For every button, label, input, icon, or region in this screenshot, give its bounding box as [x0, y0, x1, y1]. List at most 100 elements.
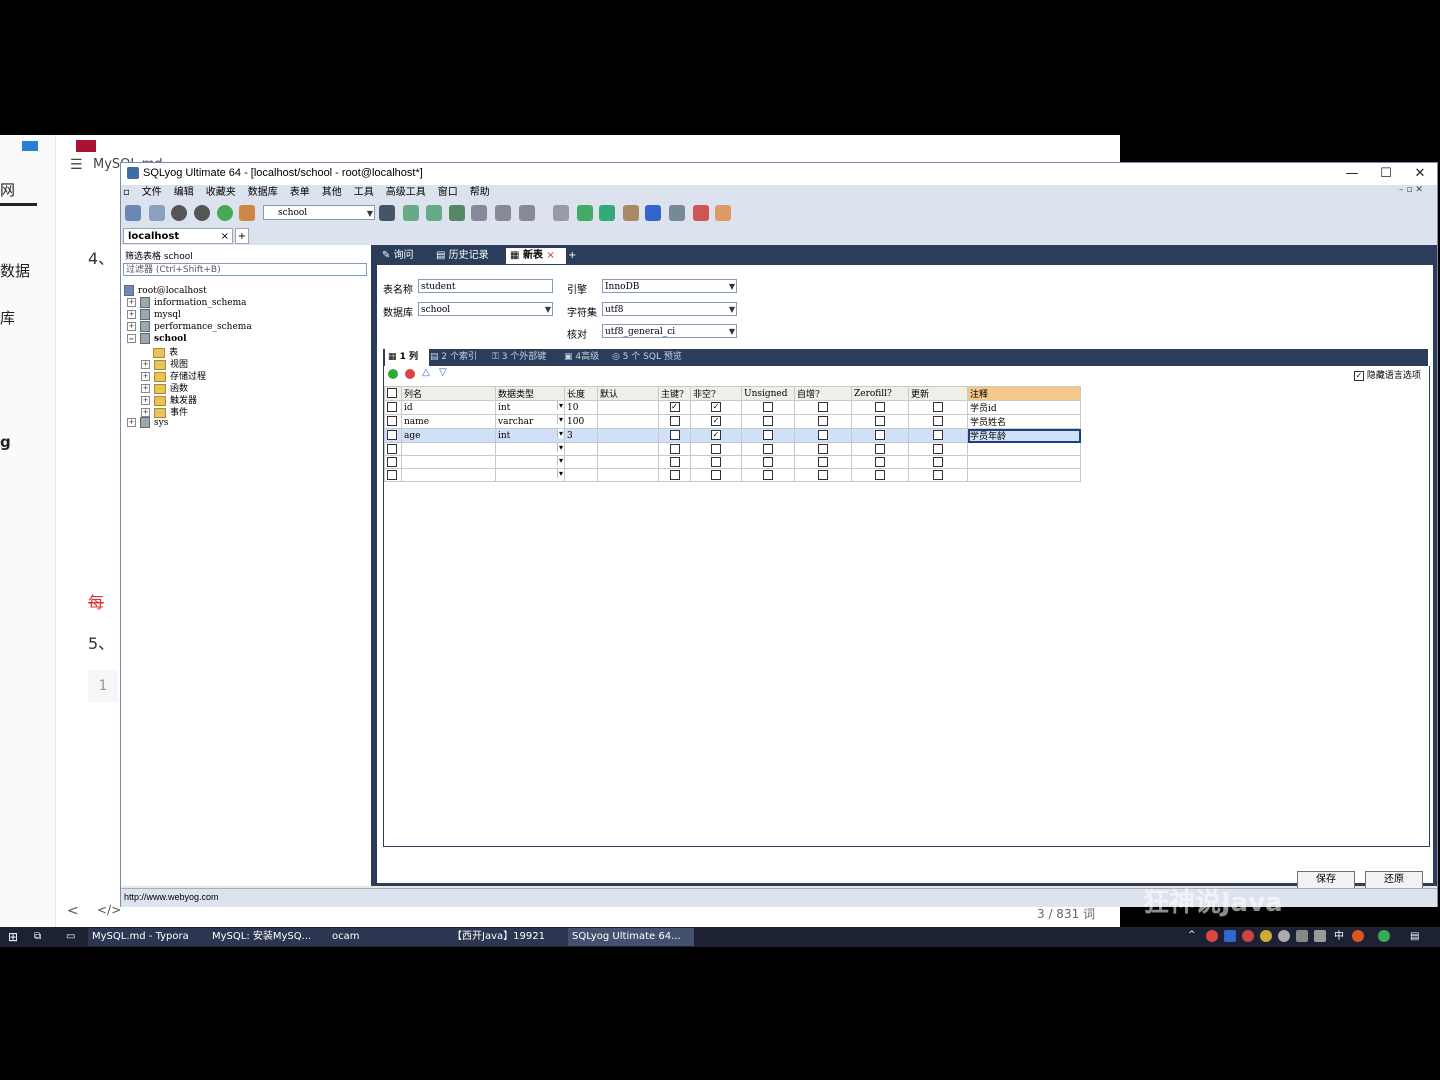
revert-button[interactable]: 还原	[1365, 871, 1423, 889]
menu-tools[interactable]: 工具	[348, 185, 380, 201]
autoinc-cell[interactable]	[794, 442, 852, 456]
notnull-cell[interactable]: ✓	[690, 400, 742, 415]
data-type-cell[interactable]: ▾	[495, 442, 565, 456]
checkbox[interactable]	[387, 443, 397, 454]
new-connection-icon[interactable]	[149, 205, 165, 221]
collapse-icon[interactable]: −	[127, 334, 136, 343]
comment-cell[interactable]: 学员id	[967, 400, 1081, 415]
tree-db-school[interactable]: − school	[127, 333, 187, 344]
checkbox[interactable]: ✓	[1354, 370, 1364, 381]
unsigned-cell[interactable]	[741, 455, 795, 469]
data-type-cell[interactable]: ▾	[495, 455, 565, 469]
checkbox[interactable]	[933, 456, 943, 467]
menu-database[interactable]: 数据库	[242, 185, 284, 201]
refresh-icon[interactable]	[217, 205, 233, 221]
mdi-controls[interactable]: – ▫ ✕	[1399, 185, 1423, 195]
checkbox[interactable]	[763, 443, 773, 454]
checkbox[interactable]	[763, 430, 773, 441]
checkbox[interactable]	[875, 456, 885, 467]
schema-icon[interactable]	[471, 205, 487, 221]
autoinc-cell[interactable]	[794, 455, 852, 469]
notification-icon[interactable]: ▤	[1406, 928, 1423, 946]
backup-icon[interactable]	[403, 205, 419, 221]
update-cell[interactable]	[908, 442, 968, 456]
chevron-down-icon[interactable]: ▾	[556, 401, 563, 410]
expand-icon[interactable]: +	[141, 384, 150, 393]
table-row[interactable]: ▾	[384, 455, 1081, 469]
default-cell[interactable]	[597, 442, 659, 456]
taskbar-item-typora[interactable]: MySQL.md - Typora	[88, 928, 208, 946]
tab-localhost[interactable]: localhost ×	[123, 228, 233, 244]
checkbox[interactable]	[818, 416, 828, 427]
table-row[interactable]: id int ▾ 10 ✓ ✓ 学员id	[384, 400, 1081, 415]
autoinc-cell[interactable]	[794, 428, 852, 443]
column-name-cell[interactable]	[401, 442, 496, 456]
menu-other[interactable]: 其他	[316, 185, 348, 201]
comment-cell[interactable]: 学员姓名	[967, 414, 1081, 429]
menu-table[interactable]: 表单	[284, 185, 316, 201]
length-cell[interactable]: 10	[564, 400, 598, 415]
tab-new-table[interactable]: ▦ 新表 ×	[506, 248, 566, 264]
execute-icon[interactable]	[171, 205, 187, 221]
checkbox[interactable]	[387, 416, 397, 427]
unsigned-cell[interactable]	[741, 400, 795, 415]
checkbox[interactable]	[818, 469, 828, 480]
remove-column-icon[interactable]	[405, 369, 415, 379]
length-cell[interactable]: 100	[564, 414, 598, 429]
add-query-tab-button[interactable]: +	[564, 248, 580, 264]
checkbox[interactable]	[875, 443, 885, 454]
checkbox[interactable]	[818, 430, 828, 441]
checkbox[interactable]	[387, 469, 397, 480]
data-type-cell[interactable]: int ▾	[495, 428, 565, 443]
checkbox[interactable]	[763, 416, 773, 427]
checkbox[interactable]	[933, 469, 943, 480]
checkbox[interactable]: ✓	[711, 402, 721, 413]
unsigned-cell[interactable]	[741, 442, 795, 456]
taskbar-item-browser[interactable]: 【西开Java】19921	[448, 928, 568, 946]
tab-advanced[interactable]: ▣ 4高级	[561, 349, 602, 366]
unsigned-cell[interactable]	[741, 468, 795, 482]
update-cell[interactable]	[908, 468, 968, 482]
comment-cell[interactable]	[967, 468, 1081, 482]
chevron-down-icon[interactable]: ▾	[556, 415, 563, 424]
pk-cell[interactable]	[658, 442, 691, 456]
pk-cell[interactable]	[658, 428, 691, 443]
add-tab-button[interactable]: +	[235, 228, 249, 244]
checkbox[interactable]: ✓	[669, 402, 680, 413]
checkbox[interactable]	[387, 430, 397, 441]
tray-app-icon[interactable]	[1242, 930, 1254, 942]
checkbox[interactable]	[933, 416, 943, 427]
expand-icon[interactable]: +	[127, 298, 136, 307]
checkbox[interactable]	[669, 416, 680, 427]
checkbox[interactable]	[669, 430, 680, 441]
tab-sql-preview[interactable]: ◎ 5 个 SQL 预览	[609, 349, 685, 366]
checkbox[interactable]	[669, 443, 680, 454]
hide-language-options[interactable]: ✓ 隐藏语言选项	[1354, 368, 1421, 381]
close-icon[interactable]: ×	[221, 229, 229, 245]
tray-vs-icon[interactable]	[1224, 930, 1236, 942]
zerofill-cell[interactable]	[851, 455, 909, 469]
tab-columns[interactable]: ▦ 1 列	[385, 349, 429, 366]
table-row[interactable]: name varchar ▾ 100 ✓ 学员姓名	[384, 414, 1081, 429]
expand-icon[interactable]: +	[141, 396, 150, 405]
monitor-icon[interactable]	[669, 205, 685, 221]
expand-icon[interactable]: +	[141, 372, 150, 381]
row-select-cell[interactable]	[384, 442, 402, 456]
length-cell[interactable]: 3	[564, 428, 598, 443]
comment-cell[interactable]: 学员年龄	[967, 428, 1081, 443]
unsigned-cell[interactable]	[741, 414, 795, 429]
filter-input[interactable]: 过滤器 (Ctrl+Shift+B)	[123, 263, 367, 276]
tree-root[interactable]: root@localhost	[124, 285, 207, 296]
expand-icon[interactable]: +	[127, 418, 136, 427]
import-icon[interactable]	[449, 205, 465, 221]
checkbox[interactable]	[933, 430, 943, 441]
save-button[interactable]: 保存	[1297, 871, 1355, 889]
diamond-icon[interactable]	[553, 205, 569, 221]
tree-db-sys[interactable]: + sys	[127, 417, 168, 428]
stop-icon[interactable]	[239, 205, 255, 221]
column-name-cell[interactable]	[401, 468, 496, 482]
designer-icon[interactable]	[715, 205, 731, 221]
taskbar-item-ocam[interactable]: ocam	[328, 928, 448, 946]
checkbox[interactable]	[711, 443, 721, 454]
checkbox[interactable]	[818, 402, 828, 413]
